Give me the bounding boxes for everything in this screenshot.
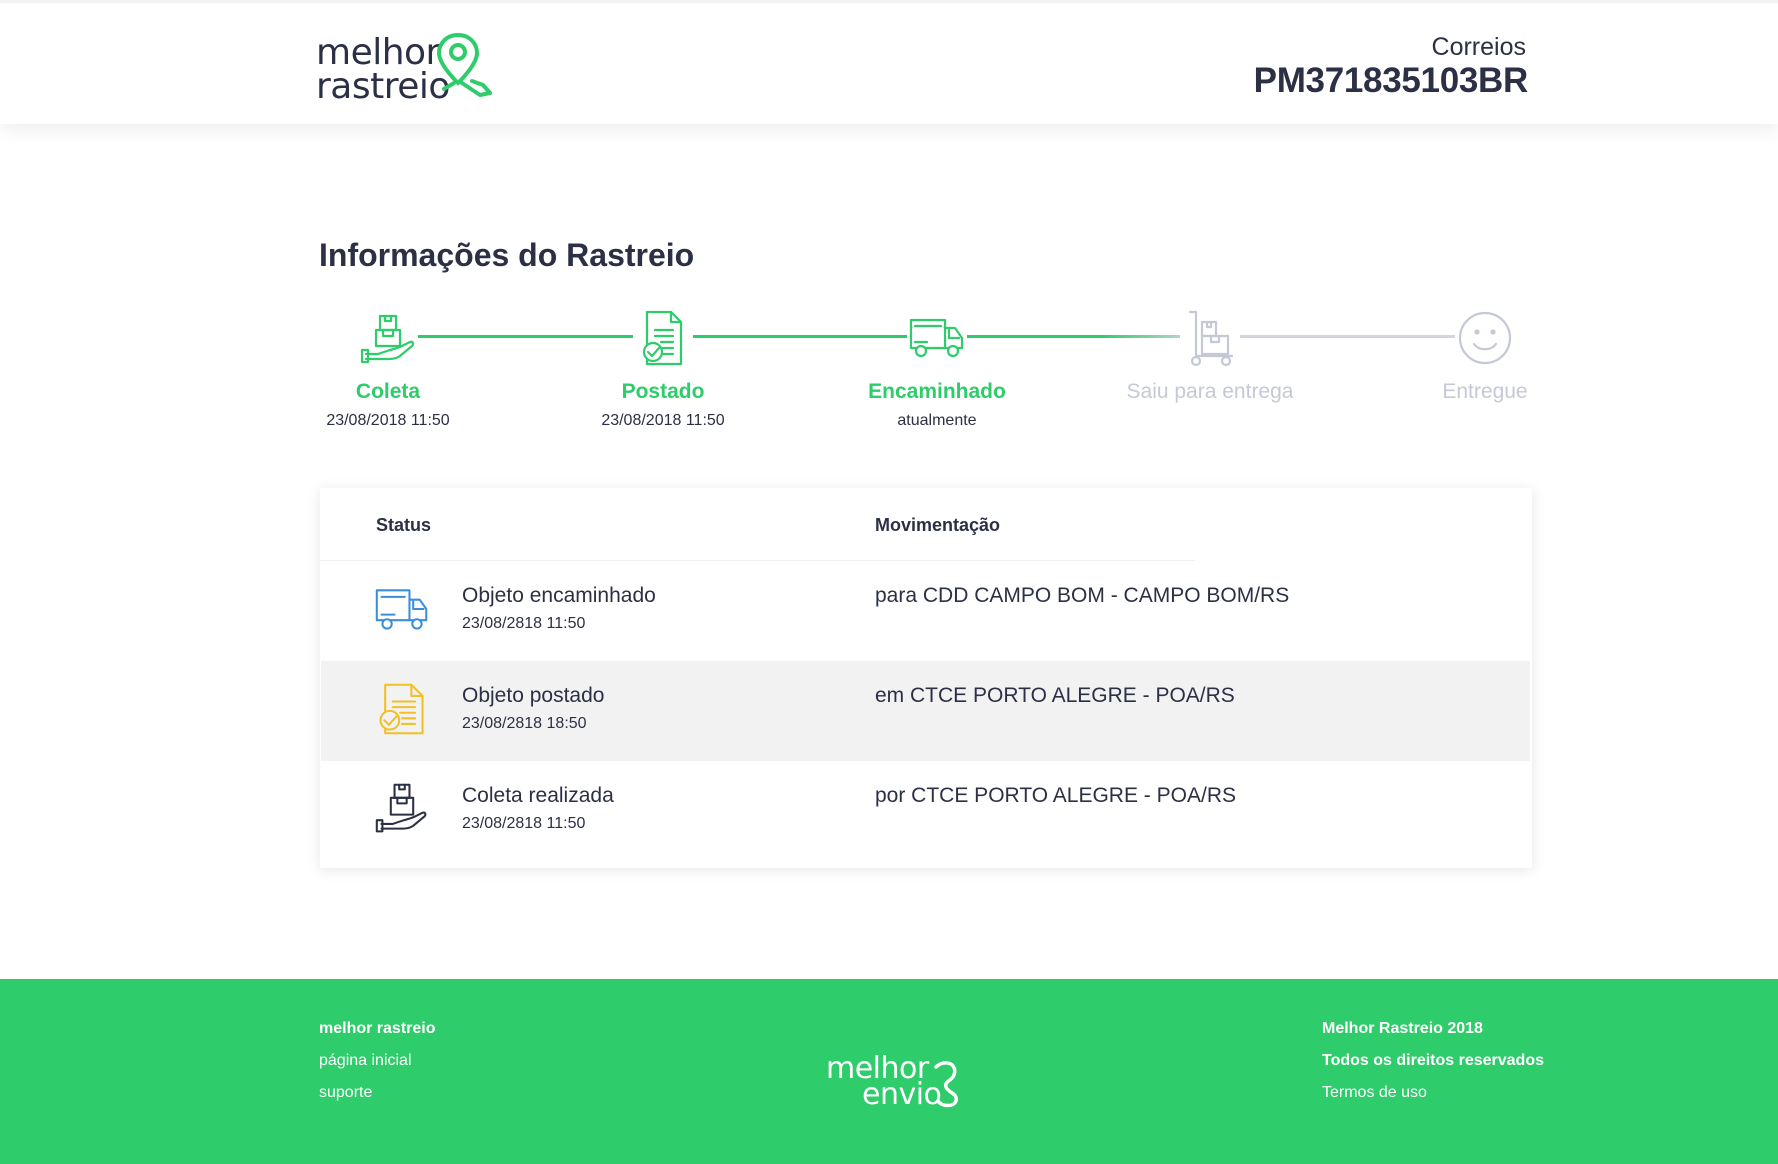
row-date: 23/08/2818 11:50	[462, 615, 586, 632]
step-postado: Postado 23/08/2018 11:50	[553, 300, 773, 430]
row-movement: por CTCE PORTO ALEGRE - POA/RS	[875, 784, 1236, 807]
header: melhor rastreio Correios PM371835103BR	[0, 0, 1778, 124]
package-hand-icon	[375, 783, 427, 833]
footer-copyright-year: Melhor Rastreio 2018	[1322, 1020, 1483, 1037]
row-movement: em CTCE PORTO ALEGRE - POA/RS	[875, 684, 1235, 707]
column-header-movement: Movimentação	[875, 515, 1001, 535]
document-check-icon	[379, 683, 424, 735]
tracking-code: PM371835103BR	[1253, 61, 1529, 100]
step-label: Entregue	[1442, 380, 1528, 403]
step-date: 23/08/2018 11:50	[326, 412, 450, 429]
footer: melhor rastreio página inicial suporte m…	[0, 979, 1778, 1164]
step-label: Encaminhado	[868, 380, 1006, 403]
footer-link-support[interactable]: suporte	[319, 1077, 435, 1109]
truck-icon	[907, 308, 967, 368]
step-encaminhado: Encaminhado atualmente	[827, 300, 1047, 430]
row-status: Objeto postado	[462, 684, 605, 707]
table-row: Objeto postado 23/08/2818 18:50 em CTCE …	[321, 661, 1530, 761]
table-row: Objeto encaminhado 23/08/2818 11:50 para…	[320, 561, 1532, 661]
step-date: atualmente	[897, 412, 977, 429]
step-label: Saiu para entrega	[1126, 380, 1294, 403]
step-label: Postado	[621, 380, 705, 403]
page-title: Informações do Rastreio	[319, 237, 695, 273]
row-status: Objeto encaminhado	[462, 584, 656, 607]
footer-left-column: melhor rastreio página inicial suporte	[319, 1013, 435, 1109]
truck-icon	[375, 589, 428, 630]
document-check-icon	[633, 308, 693, 368]
column-header-status: Status	[376, 515, 432, 535]
tracking-history-table: Status Movimentação Objeto encaminhado 2…	[320, 488, 1532, 868]
footer-link-terms[interactable]: Termos de uso	[1322, 1077, 1544, 1109]
step-entregue: Entregue	[1375, 300, 1595, 412]
footer-rights: Todos os direitos reservados	[1322, 1052, 1544, 1069]
carrier-name: Correios	[1431, 33, 1526, 61]
tracking-progress-stepper: Coleta 23/08/2018 11:50 Postado 23/08/20…	[0, 300, 1778, 440]
step-label: Coleta	[355, 380, 421, 403]
step-saiu-para-entrega: Saiu para entrega	[1100, 300, 1320, 412]
row-date: 23/08/2818 18:50	[462, 715, 587, 732]
package-hand-icon	[358, 308, 418, 368]
smiley-icon	[1455, 308, 1515, 368]
step-date: 23/08/2018 11:50	[601, 412, 725, 429]
footer-right-column: Melhor Rastreio 2018 Todos os direitos r…	[1322, 1013, 1544, 1109]
footer-link-home[interactable]: página inicial	[319, 1045, 435, 1077]
row-status: Coleta realizada	[462, 784, 614, 807]
logo-text-line2: rastreio	[316, 66, 450, 107]
table-row: Coleta realizada 23/08/2818 11:50 por CT…	[320, 761, 1532, 861]
melhor-rastreio-logo[interactable]: melhor rastreio	[316, 29, 496, 109]
row-movement: para CDD CAMPO BOM - CAMPO BOM/RS	[875, 584, 1290, 607]
melhor-envio-logo[interactable]: melhor envio	[822, 1051, 962, 1117]
hand-truck-icon	[1180, 308, 1240, 368]
map-pin-icon	[436, 32, 492, 97]
footer-brand: melhor rastreio	[319, 1020, 436, 1037]
swoosh-icon	[934, 1061, 958, 1108]
row-date: 23/08/2818 11:50	[462, 815, 586, 832]
step-coleta: Coleta 23/08/2018 11:50	[278, 300, 498, 430]
